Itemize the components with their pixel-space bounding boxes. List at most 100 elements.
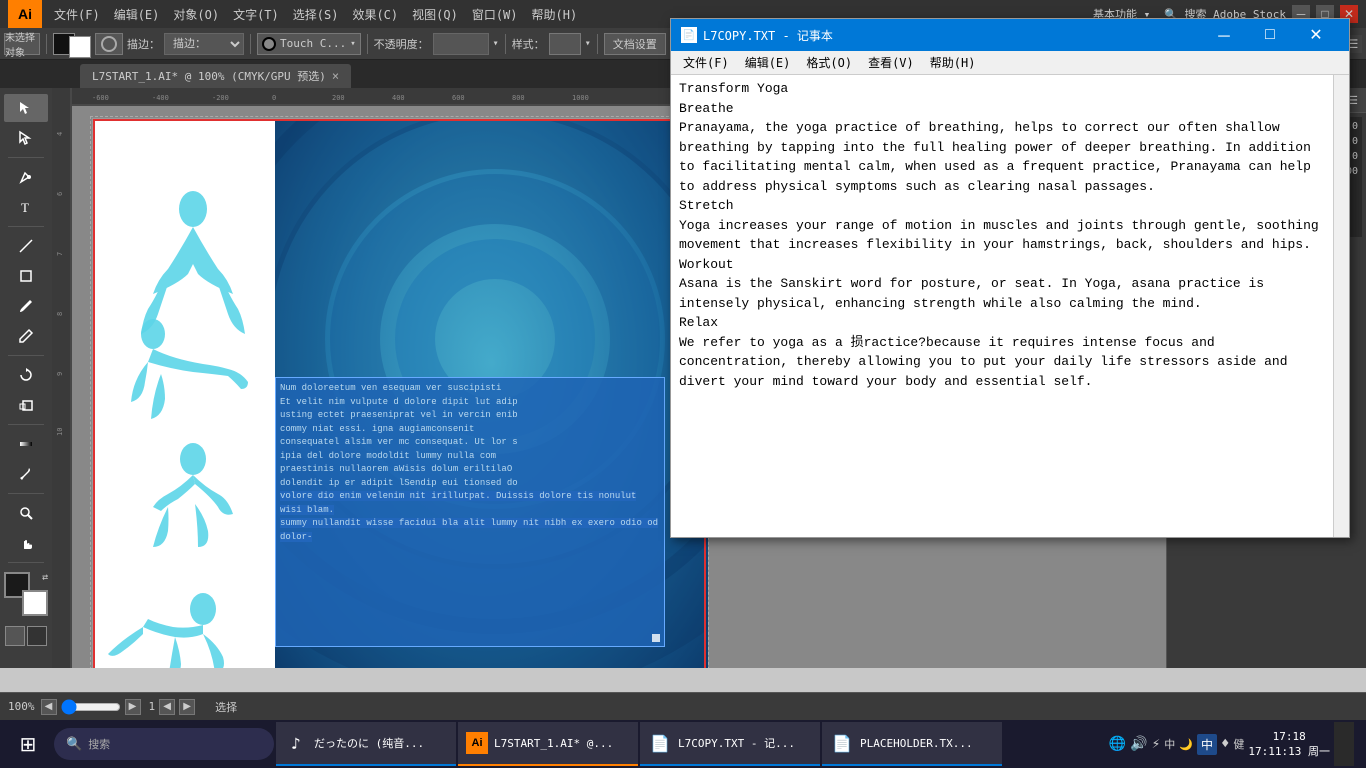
color-boxes[interactable]: ⇄ [4, 572, 48, 616]
resize-handle[interactable] [652, 634, 660, 642]
np-menu-file[interactable]: 文件(F) [675, 52, 737, 73]
svg-text:8: 8 [56, 312, 64, 316]
style-preview[interactable] [549, 33, 581, 55]
doc-setup-button[interactable]: 文档设置 [604, 33, 666, 55]
music-app-icon: ♪ [284, 731, 308, 755]
np-menu-help[interactable]: 帮助(H) [922, 52, 984, 73]
rotate-tool[interactable] [4, 361, 48, 389]
svg-text:-200: -200 [212, 94, 229, 102]
pen-tool[interactable] [4, 163, 48, 191]
eyedropper-tool[interactable] [4, 460, 48, 488]
placeholder-app-icon: 📄 [830, 731, 854, 755]
swap-colors-button[interactable]: ⇄ [42, 572, 48, 583]
notepad-restore-button[interactable]: □ [1247, 19, 1293, 51]
start-button[interactable]: ⊞ [4, 720, 52, 768]
menu-window[interactable]: 窗口(W) [466, 4, 524, 25]
notepad-textarea[interactable]: Transform Yoga Breathe Pranayama, the yo… [671, 75, 1333, 537]
taskbar-app-placeholder[interactable]: 📄 PLACEHOLDER.TX... [822, 722, 1002, 766]
svg-text:T: T [21, 200, 29, 215]
menu-select[interactable]: 选择(S) [287, 4, 345, 25]
svg-text:800: 800 [512, 94, 525, 102]
document-tab[interactable]: L7START_1.AI* @ 100% (CMYK/GPU 预选) × [80, 64, 351, 88]
svg-text:1000: 1000 [572, 94, 589, 102]
svg-text:-600: -600 [92, 94, 109, 102]
no-selection-indicator: 未选择对象 [4, 33, 40, 55]
menu-text[interactable]: 文字(T) [227, 4, 285, 25]
tab-close-button[interactable]: × [332, 69, 339, 83]
opacity-input[interactable]: 100% [433, 33, 489, 55]
gradient-tool[interactable] [4, 430, 48, 458]
menu-edit[interactable]: 编辑(E) [108, 4, 166, 25]
shape-tool[interactable] [4, 262, 48, 290]
cn-ime-icon[interactable]: 中 [1164, 736, 1175, 752]
menu-file[interactable]: 文件(F) [48, 4, 106, 25]
opacity-arrow[interactable]: ▾ [493, 38, 499, 49]
style-arrow[interactable]: ▾ [585, 38, 591, 49]
selection-tool[interactable] [4, 94, 48, 122]
taskbar: ⊞ 🔍 搜索 ♪ だったのに (纯音... Ai L7START_1.AI* @… [0, 720, 1366, 768]
touch-dropdown-arrow[interactable]: ▾ [350, 39, 359, 49]
text-box-content: Num doloreetum ven esequam ver suscipist… [280, 382, 660, 544]
notepad-content-area: Transform Yoga Breathe Pranayama, the yo… [671, 75, 1349, 537]
taskbar-search[interactable]: 🔍 搜索 [54, 728, 274, 760]
pencil-tool[interactable] [4, 322, 48, 350]
show-desktop-button[interactable] [1334, 722, 1354, 766]
svg-text:10: 10 [56, 428, 64, 436]
notepad-app-label: L7COPY.TXT - 记... [678, 735, 795, 751]
next-page[interactable]: ▶ [179, 699, 195, 715]
menu-object[interactable]: 对象(O) [167, 4, 225, 25]
zoom-out-button[interactable]: ◀ [41, 699, 57, 715]
app-logo: Ai [8, 0, 42, 28]
touch-label: Touch C... [280, 37, 350, 50]
taskbar-app-illustrator[interactable]: Ai L7START_1.AI* @... [458, 722, 638, 766]
direct-selection-tool[interactable] [4, 124, 48, 152]
svg-text:200: 200 [332, 94, 345, 102]
keyboard-icon[interactable]: 健 [1233, 736, 1244, 752]
text-overlay-box[interactable]: Num doloreetum ven esequam ver suscipist… [275, 377, 665, 647]
menu-help[interactable]: 帮助(H) [526, 4, 584, 25]
notepad-window: 📄 L7COPY.TXT - 记事本 － □ ✕ 文件(F) 编辑(E) 格式(… [670, 18, 1350, 538]
zoom-level: 100% [8, 700, 35, 713]
line-tool[interactable] [4, 232, 48, 260]
artboard-left-panel [93, 119, 275, 668]
page-slider[interactable] [61, 699, 121, 715]
np-menu-edit[interactable]: 编辑(E) [737, 52, 799, 73]
stroke-fill-bg[interactable] [69, 36, 91, 58]
touch-btn-group: Touch C... ▾ [257, 33, 361, 55]
text-tool[interactable]: T [4, 193, 48, 221]
stroke-label: 描边： [127, 36, 160, 52]
speaker-icon[interactable]: 🔊 [1130, 736, 1147, 752]
taskbar-right: 🌐 🔊 ⚡ 中 🌙 中 ♦ 健 17:18 17:11:13 周一 [1109, 722, 1362, 766]
zoom-tool[interactable] [4, 499, 48, 527]
np-menu-format[interactable]: 格式(O) [798, 52, 860, 73]
stroke-width-select[interactable]: 描边： [164, 33, 244, 55]
hand-tool[interactable] [4, 529, 48, 557]
notepad-close-button[interactable]: ✕ [1293, 19, 1339, 51]
np-menu-view[interactable]: 查看(V) [860, 52, 922, 73]
notepad-scrollbar[interactable] [1333, 75, 1349, 537]
silhouettes-svg [93, 119, 275, 668]
paintbrush-tool[interactable] [4, 292, 48, 320]
moon-icon[interactable]: 🌙 [1179, 738, 1193, 751]
menu-view[interactable]: 视图(Q) [406, 4, 464, 25]
time-display: 17:18 [1248, 729, 1330, 744]
vertical-ruler: 4 6 7 8 9 10 [52, 88, 72, 668]
battery-icon[interactable]: ⚡ [1152, 736, 1160, 752]
network-icon[interactable]: 🌐 [1109, 736, 1126, 752]
prev-page[interactable]: ◀ [159, 699, 175, 715]
ime-label[interactable]: 中 [1197, 734, 1217, 755]
mode-fill[interactable] [5, 626, 25, 646]
scale-tool[interactable] [4, 391, 48, 419]
opacity-label: 不透明度： [374, 36, 429, 52]
taskbar-app-music[interactable]: ♪ だったのに (纯音... [276, 722, 456, 766]
notepad-app-icon: 📄 [648, 731, 672, 755]
menu-effect[interactable]: 效果(C) [346, 4, 404, 25]
svg-text:4: 4 [56, 132, 64, 136]
notepad-minimize-button[interactable]: － [1201, 19, 1247, 51]
background-color[interactable] [22, 590, 48, 616]
taskbar-app-notepad[interactable]: 📄 L7COPY.TXT - 记... [640, 722, 820, 766]
system-time[interactable]: 17:18 17:11:13 周一 [1248, 729, 1330, 760]
zoom-in-button[interactable]: ▶ [125, 699, 141, 715]
mode-stroke[interactable] [27, 626, 47, 646]
sys-tray: 🌐 🔊 ⚡ 中 🌙 中 ♦ 健 [1109, 734, 1244, 755]
